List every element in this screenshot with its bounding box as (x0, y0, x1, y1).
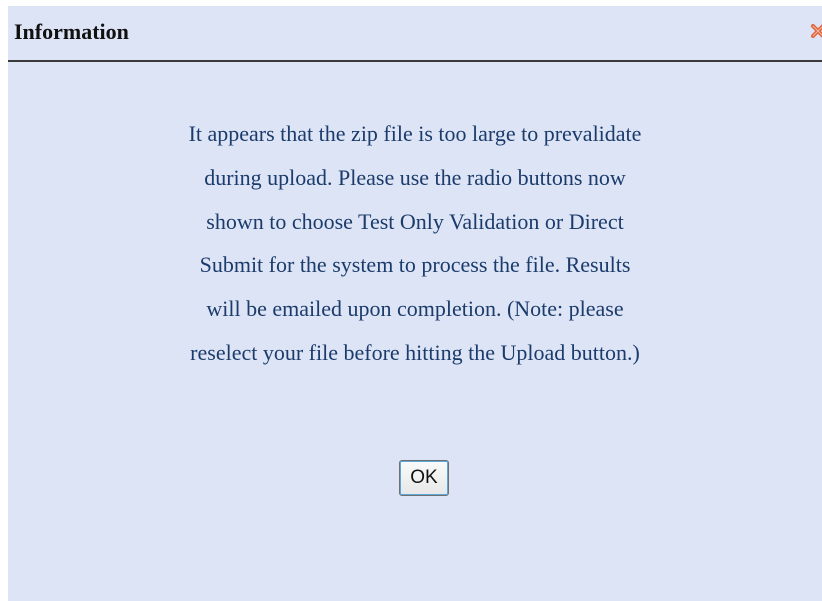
dialog-message: It appears that the zip file is too larg… (8, 112, 822, 375)
dialog-title: Information (14, 19, 129, 44)
dialog-titlebar: Information (8, 6, 822, 62)
message-line: shown to choose Test Only Validation or … (206, 208, 624, 234)
message-line: It appears that the zip file is too larg… (188, 121, 642, 146)
message-line: Submit for the system to process the fil… (199, 252, 631, 278)
ok-button[interactable]: OK (399, 460, 449, 496)
information-dialog: Information It appears that the zip file… (8, 6, 822, 601)
message-line: will be emailed upon completion. (Note: … (206, 296, 624, 322)
message-line: during upload. Please use the radio butt… (204, 164, 626, 190)
message-line: reselect your file before hitting the Up… (190, 339, 640, 365)
close-icon[interactable] (810, 21, 822, 41)
